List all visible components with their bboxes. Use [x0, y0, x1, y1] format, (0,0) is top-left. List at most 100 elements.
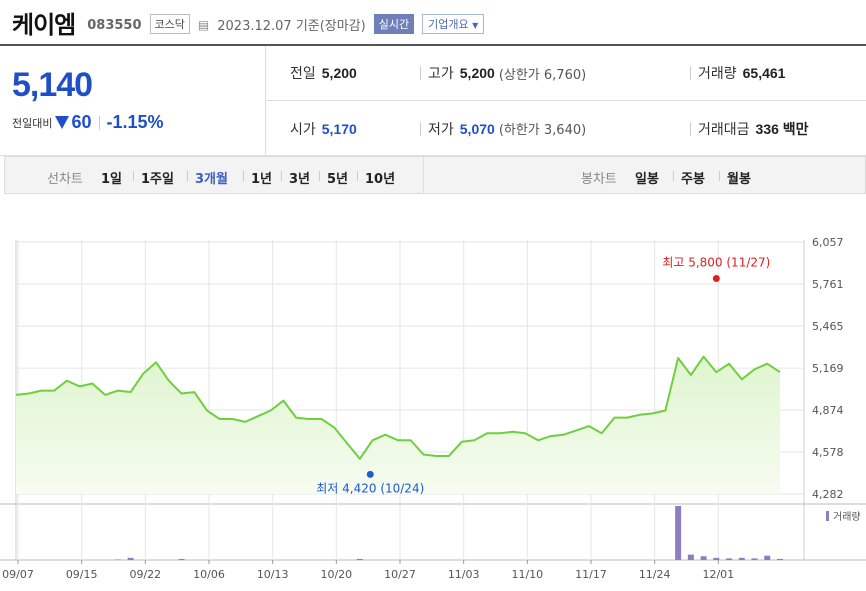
volume-bar [675, 506, 682, 560]
stat-high: 고가 5,200 (상한가 6,760) [428, 63, 586, 83]
stat-sub: (하한가 3,640) [498, 123, 587, 138]
stat-value: 5,200 [321, 65, 357, 81]
y-tick-label: 4,282 [812, 488, 844, 501]
stat-value: 65,461 [742, 65, 786, 81]
stock-name: 케이엠 [12, 10, 76, 39]
stat-value: 5,170 [321, 120, 357, 137]
volume-bar [178, 558, 185, 560]
stat-volume: 거래량 65,461 [698, 63, 785, 83]
stat-label: 시가 [290, 121, 316, 138]
y-tick-label: 5,761 [812, 278, 844, 291]
volume-bar [127, 557, 134, 560]
volume-bar [356, 558, 363, 560]
low-marker [366, 470, 374, 478]
period-3m[interactable]: 3개월 [195, 168, 228, 187]
date-text: 2023.12.07 기준(장마감) [217, 19, 366, 34]
volume-bar [713, 557, 720, 560]
low-annotation: 최저 4,420 (10/24) [316, 481, 424, 495]
period-5y[interactable]: 5년 [327, 168, 348, 187]
period-1w[interactable]: 1주일 [141, 168, 174, 187]
x-tick-label: 09/15 [66, 568, 98, 581]
x-tick-label: 11/17 [575, 568, 607, 581]
separator [319, 171, 320, 181]
volume-bar [751, 558, 758, 560]
y-tick-label: 5,169 [812, 362, 844, 375]
stat-sub: (상한가 6,760) [498, 67, 587, 83]
volume-bar [738, 557, 745, 560]
realtime-button[interactable]: 실시간 [373, 14, 415, 34]
stats-row-1: 전일 5,200 고가 5,200 (상한가 6,760) 거래량 65,461 [266, 46, 866, 101]
x-tick-label: 09/22 [129, 568, 161, 581]
separator [690, 121, 691, 136]
stat-label: 전일 [290, 66, 316, 82]
current-price: 5,140 [12, 66, 93, 104]
separator [357, 171, 358, 181]
chevron-down-icon: ▼ [472, 21, 479, 30]
volume-bar [764, 555, 771, 560]
stat-open: 시가 5,170 [290, 119, 357, 139]
candle-weekly[interactable]: 주봉 [681, 168, 705, 187]
market-tag: 코스닥 [149, 14, 190, 34]
calendar-icon: ▤ [197, 17, 210, 32]
x-tick-label: 10/13 [257, 568, 289, 581]
volume-bar [687, 554, 694, 560]
price-summary: 5,140 전일대비 60 -1.15% [0, 46, 266, 156]
stat-label: 거래대금 [698, 121, 750, 138]
period-10y[interactable]: 10년 [365, 168, 395, 187]
stat-amount: 거래대금 336 백만 [698, 119, 809, 139]
high-annotation: 최고 5,800 (11/27) [662, 255, 770, 269]
stat-value: 336 백만 [755, 120, 809, 137]
separator [673, 171, 674, 181]
stat-label: 저가 [428, 121, 454, 138]
stat-value: 5,070 [459, 120, 495, 137]
x-tick-label: 10/06 [193, 568, 225, 581]
volume-bar [114, 559, 121, 560]
period-3y[interactable]: 3년 [289, 168, 310, 187]
stat-prev-close: 전일 5,200 [290, 63, 357, 83]
y-tick-label: 4,874 [812, 404, 844, 417]
y-tick-label: 5,465 [812, 320, 844, 333]
change-value: 60 [71, 112, 92, 132]
y-tick-label: 6,057 [812, 236, 844, 249]
x-tick-label: 11/10 [511, 568, 543, 581]
company-overview-button[interactable]: 기업개요 ▼ [422, 14, 485, 34]
stats-row-2: 시가 5,170 저가 5,070 (하한가 3,640) 거래대금 336 백… [266, 101, 866, 156]
x-tick-label: 09/07 [2, 568, 34, 581]
title-bar: 케이엠 083550 코스닥 ▤ 2023.12.07 기준(장마감) 실시간 … [0, 0, 866, 44]
candle-daily[interactable]: 일봉 [635, 168, 659, 187]
x-tick-label: 11/03 [448, 568, 480, 581]
stat-label: 고가 [428, 66, 454, 82]
change-label: 전일대비 [12, 116, 53, 130]
separator [690, 66, 691, 80]
period-bar: 선차트 1일 1주일 3개월 1년 3년 5년 10년 봉차트 일봉 주봉 월봉 [4, 156, 866, 194]
candle-monthly[interactable]: 월봉 [727, 168, 751, 187]
period-divider [423, 157, 424, 193]
price-panel: 5,140 전일대비 60 -1.15% 전일 5,200 고가 5,200 (… [0, 46, 866, 156]
separator [420, 121, 421, 136]
volume-bar [700, 556, 707, 560]
volume-legend-swatch [826, 511, 829, 521]
price-chart: 거래량 6,057 5,761 5,465 5,169 4,874 4,578 4,282 0… [0, 236, 866, 581]
stat-low: 저가 5,070 (하한가 3,640) [428, 119, 586, 139]
separator [281, 171, 282, 181]
change-row: 전일대비 60 -1.15% [12, 112, 164, 133]
change-separator [98, 115, 100, 130]
separator [719, 171, 720, 181]
period-1y[interactable]: 1년 [251, 168, 272, 187]
volume-bars: 거래량 [114, 506, 861, 560]
separator [133, 171, 134, 181]
x-tick-label: 10/27 [384, 568, 416, 581]
separator [187, 171, 188, 181]
separator [243, 171, 244, 181]
high-marker [712, 274, 720, 282]
stat-label: 거래량 [698, 66, 737, 82]
x-tick-label: 12/01 [702, 568, 734, 581]
period-1d[interactable]: 1일 [101, 168, 122, 187]
candle-chart-label: 봉차트 [581, 172, 617, 187]
x-tick-label: 10/20 [320, 568, 352, 581]
separator [420, 66, 421, 80]
y-tick-label: 4,578 [812, 446, 844, 459]
price-area [15, 355, 781, 494]
company-overview-label: 기업개요 [428, 18, 469, 31]
x-tick-label: 11/24 [639, 568, 671, 581]
